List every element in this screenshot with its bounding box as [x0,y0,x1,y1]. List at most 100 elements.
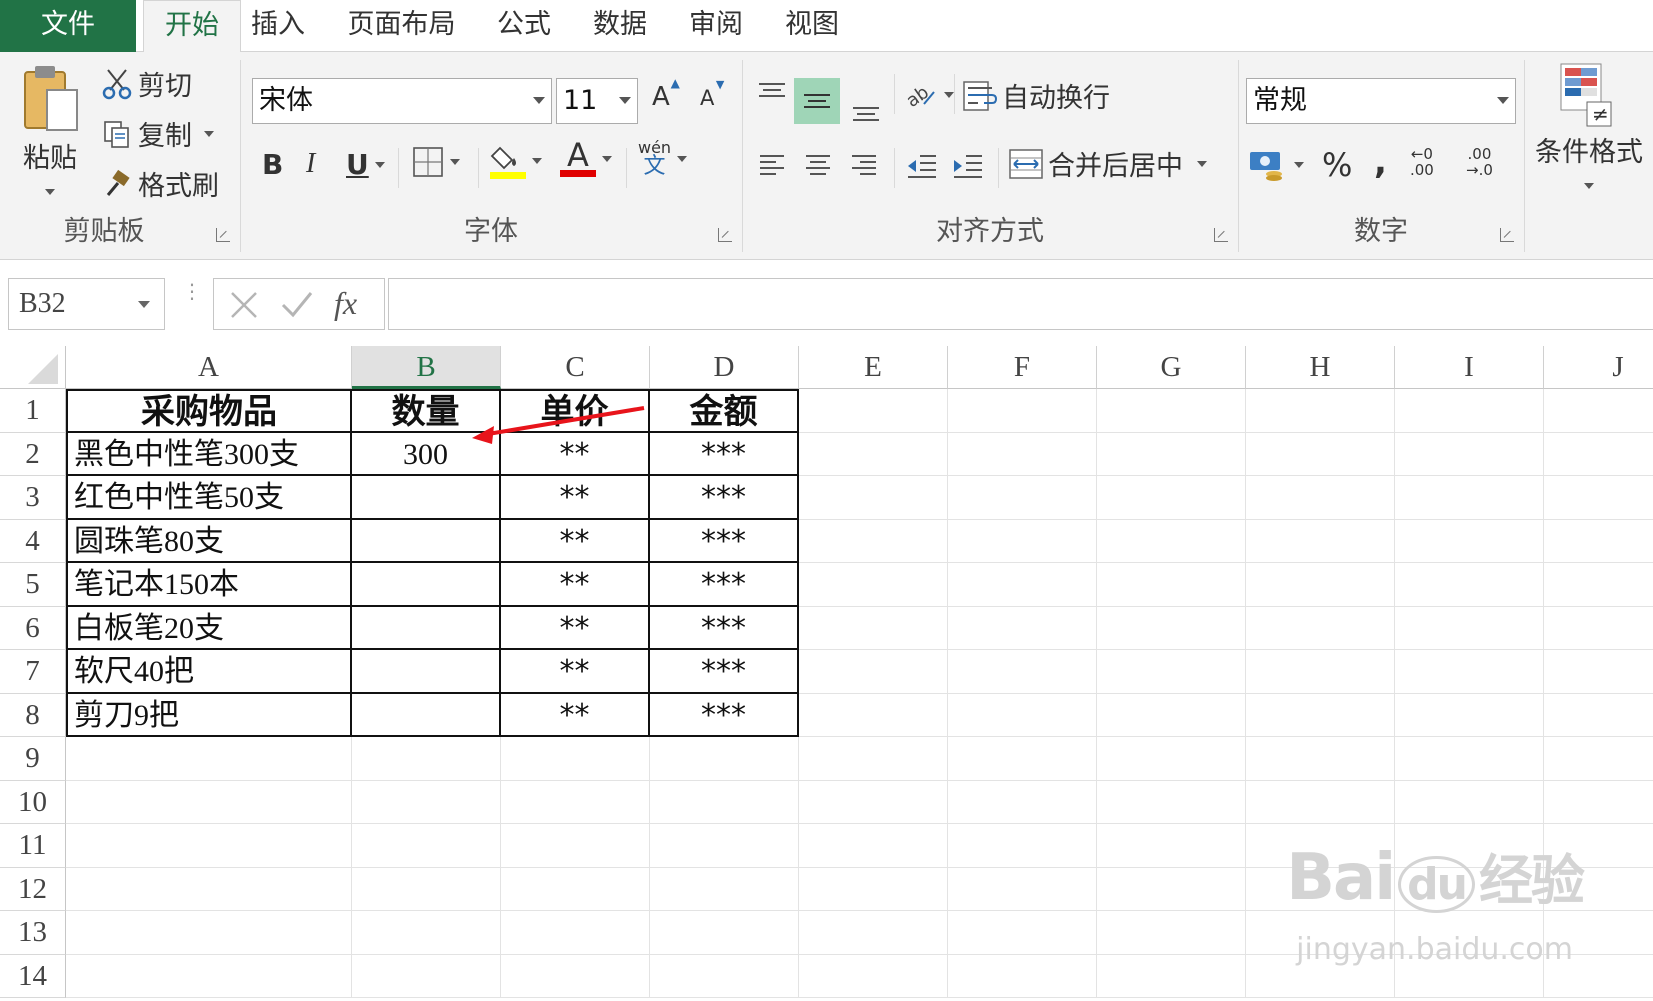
font-name-select[interactable]: 宋体 [252,78,552,124]
format-painter-button[interactable]: 格式刷 [100,164,219,203]
underline-dropdown-icon [374,161,385,168]
group-number: 常规 % , ←0 .00 .00 →.0 数字 [1240,52,1522,256]
tab-page-layout[interactable]: 页面布局 [344,0,459,52]
ribbon-home: 粘贴 剪切 复制 格式刷 剪贴板 宋体 11 A ▲ A ▼ B I U A w… [0,52,1653,260]
fill-color-dropdown-icon [532,157,542,164]
alignment-launcher-icon[interactable] [1214,228,1228,242]
merge-center-label: 合并后居中 [1048,151,1183,182]
formula-input[interactable] [388,278,1653,330]
align-center-button[interactable] [798,146,838,186]
align-right-button[interactable] [844,146,884,186]
number-launcher-icon[interactable] [1500,228,1514,242]
font-size-select[interactable]: 11 [556,78,638,124]
watermark-url: jingyan.baidu.com [1296,932,1573,967]
accounting-icon [1248,148,1288,182]
font-color-glyph: A [567,136,589,174]
wrap-text-icon [962,78,998,114]
phonetic-guide-button[interactable]: wén 文 [638,140,688,178]
scissors-icon [100,67,134,101]
increase-font-button[interactable]: A ▲ [652,76,680,112]
separator [954,74,955,114]
underline-button[interactable]: U [346,148,385,181]
fill-color-button[interactable] [490,142,542,179]
align-top-icon [757,82,787,108]
align-right-icon [850,153,878,179]
merge-center-icon [1008,146,1044,182]
ribbon-tab-bar: 文件 开始 插入 页面布局 公式 数据 审阅 视图 [0,0,1653,53]
phonetic-icon: wén 文 [638,140,671,178]
decrease-font-button[interactable]: A ▼ [700,78,724,110]
font-color-icon: A [560,136,596,177]
group-divider [240,60,241,252]
align-middle-button[interactable] [794,78,840,124]
format-painter-label: 格式刷 [138,171,219,202]
cancel-icon[interactable] [228,285,260,327]
formula-bar: B32 ⋮ fx [0,262,1653,342]
increase-indent-button[interactable] [948,148,988,184]
copy-button[interactable]: 复制 [100,114,214,153]
insert-function-icon[interactable]: fx [334,285,357,322]
comma-style-button[interactable]: , [1374,142,1387,182]
font-color-button[interactable]: A [560,136,612,177]
align-left-icon [758,153,786,179]
group-font-label: 字体 [464,216,518,247]
enter-icon[interactable] [280,285,314,327]
align-top-button[interactable] [752,72,792,118]
decrease-decimal-top: .00 [1467,145,1492,163]
wrap-text-button[interactable]: 自动换行 [962,76,1110,115]
decrease-decimal-button[interactable]: .00 →.0 [1466,146,1493,178]
accounting-format-button[interactable] [1248,148,1304,182]
tab-formulas[interactable]: 公式 [494,0,554,52]
group-alignment-label: 对齐方式 [936,216,1044,247]
worksheet-grid: ABCDEFGHIJ 1 2 3 4 5 6 7 8 9 10 11 12 13 14 采购物品 数量 单价金… [0,346,1653,1001]
separator [478,148,479,188]
tab-insert[interactable]: 插入 [248,0,308,52]
borders-dropdown-icon [450,159,460,165]
merge-center-button[interactable]: 合并后居中 [1008,144,1207,183]
font-color-dropdown-icon [602,155,612,162]
formula-buttons: fx [213,278,385,330]
cut-button[interactable]: 剪切 [100,64,192,103]
align-bottom-button[interactable] [846,86,886,132]
paste-button[interactable]: 粘贴 [14,62,86,195]
phonetic-dropdown-icon [677,156,688,162]
group-divider [742,60,743,252]
borders-icon [412,146,444,178]
percent-style-button[interactable]: % [1322,146,1352,184]
conditional-format-label: 条件格式 [1535,137,1643,168]
conditional-format-dropdown-icon [1584,183,1594,189]
wrap-text-label: 自动换行 [1002,83,1110,114]
conditional-format-button[interactable]: ≠ 条件格式 [1530,62,1648,189]
paste-dropdown-icon [45,189,55,195]
align-left-button[interactable] [752,146,792,186]
tab-view[interactable]: 视图 [782,0,842,52]
font-size-value: 11 [563,85,598,116]
paint-bucket-icon [490,142,526,179]
decrease-indent-button[interactable] [902,148,942,184]
group-alignment: ab 自动换行 合并后居中 对齐方式 [744,52,1236,256]
italic-button[interactable]: I [306,148,315,180]
group-clipboard-label: 剪贴板 [63,216,145,247]
name-box-value: B32 [19,288,66,319]
separator [894,148,895,188]
clipboard-launcher-icon[interactable] [216,228,230,242]
tab-data[interactable]: 数据 [590,0,650,52]
tab-review[interactable]: 审阅 [686,0,746,52]
decrease-decimal-bottom: →.0 [1466,161,1493,179]
tab-home[interactable]: 开始 [143,0,241,53]
watermark-brand-cn: 经验 [1479,849,1585,912]
borders-button[interactable] [412,146,460,178]
paste-icon [17,62,83,140]
increase-decimal-button[interactable]: ←0 .00 [1410,146,1434,178]
formula-bar-grip[interactable]: ⋮ [182,281,202,322]
bold-button[interactable]: B [262,148,283,181]
name-box[interactable]: B32 [8,278,165,330]
merge-dropdown-icon [1197,160,1207,167]
orientation-button[interactable]: ab [904,80,954,110]
font-launcher-icon[interactable] [718,228,732,242]
number-format-value: 常规 [1253,85,1307,116]
tab-file[interactable]: 文件 [0,0,136,52]
number-format-select[interactable]: 常规 [1246,78,1516,124]
underline-glyph: U [346,148,369,181]
orientation-dropdown-icon [944,92,954,98]
